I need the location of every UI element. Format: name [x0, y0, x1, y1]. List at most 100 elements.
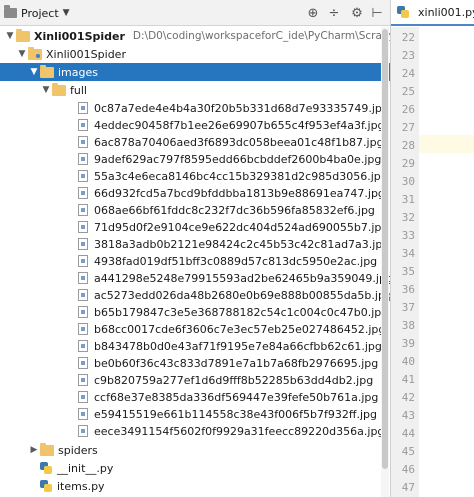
file-row[interactable]: 4938fad019df51bff3c0889d57c813dc5950e2ac… [0, 252, 390, 270]
tree-images-row[interactable]: ▼ images [0, 63, 390, 81]
file-row[interactable]: be0b60f36c43c833d7891e7a1b7a68fb2976695.… [0, 354, 390, 372]
file-row[interactable]: 4eddec90458f7b1ee26e69907b655c4f953ef4a3… [0, 116, 390, 134]
file-row[interactable]: 0c87a7ede4e4b4a30f20b5b331d68d7e93335749… [0, 99, 390, 117]
project-view-selector[interactable]: Project ▼ [4, 4, 70, 22]
file-row[interactable]: 71d95d0f2e9104ce9e622dc404d524ad690055b7… [0, 218, 390, 236]
file-name: 71d95d0f2e9104ce9e622dc404d524ad690055b7… [94, 220, 389, 234]
line-number: 27 [401, 121, 415, 134]
file-row[interactable]: ccf68e37e8385da336df569447e39fefe50b761a… [0, 388, 390, 406]
line-number: 38 [401, 319, 415, 332]
root-project-path: D:\D0\coding\workspaceforC_ide\PyCharm\S… [132, 30, 390, 42]
line-number: 34 [401, 247, 415, 260]
file-row[interactable]: 55a3c4e6eca8146bc4cc15b329381d2c985d3056… [0, 167, 390, 185]
file-row[interactable]: e59415519e661b114558c38e43f006f5b7f932ff… [0, 405, 390, 423]
line-number: 42 [401, 391, 415, 404]
folder-icon [52, 82, 66, 96]
items-file-label: items.py [57, 479, 105, 493]
line-number: 39 [401, 337, 415, 350]
expand-arrow-icon[interactable]: ▼ [16, 49, 28, 59]
file-row[interactable]: ac5273edd026da48b2680e0b69e888b00855da5b… [0, 286, 390, 304]
code-area[interactable] [419, 27, 474, 497]
file-name: 6ac878a70406aed3f6893dc058beea01c48f1b87… [94, 135, 384, 149]
image-file-icon [78, 272, 88, 284]
full-folder-label: full [70, 83, 87, 97]
image-file-icon [78, 425, 88, 437]
spiders-folder-label: spiders [58, 443, 98, 457]
file-row[interactable]: b68cc0017cde6f3606c7e3ec57eb25e027486452… [0, 320, 390, 338]
current-line-highlight [419, 135, 474, 153]
line-number: 36 [401, 283, 415, 296]
image-file-icon [78, 374, 88, 386]
file-row[interactable]: 66d932fcd5a7bcd9bfddbba1813b9e88691ea747… [0, 184, 390, 202]
tree-init-row[interactable]: __init__.py [0, 459, 390, 477]
file-row[interactable]: b843478b0d0e43af71f9195e7e84a66cfbb62c61… [0, 337, 390, 355]
file-name: 3818a3adb0b2121e98424c2c45b53c42c81ad7a3… [94, 237, 390, 251]
expand-arrow-icon[interactable]: ▼ [4, 31, 16, 41]
folder-icon [40, 442, 54, 456]
collapse-arrow-icon[interactable]: ▶ [28, 445, 40, 455]
project-tree: ▼ Xinli001Spider D:\D0\coding\workspacef… [0, 27, 390, 497]
image-file-icon [78, 340, 88, 352]
file-name: 9adef629ac797f8595edd66bcbddef2600b4ba0e… [94, 152, 382, 166]
tree-spiders-row[interactable]: ▶ spiders [0, 441, 390, 459]
editor-tab-label: xinli001.py [418, 5, 474, 19]
line-number: 43 [401, 409, 415, 422]
line-number: 28 [401, 139, 415, 152]
line-number: 40 [401, 355, 415, 368]
file-row[interactable]: c9b820759a277ef1d6d9fff8b52285b63dd4db2.… [0, 371, 390, 389]
expand-arrow-icon[interactable]: ▼ [28, 67, 40, 77]
target-icon[interactable]: ⊕ [304, 4, 322, 22]
file-name: e59415519e661b114558c38e43f006f5b7f932ff… [94, 407, 377, 421]
image-file-icon [78, 408, 88, 420]
init-file-label: __init__.py [57, 461, 114, 475]
file-row[interactable]: 9adef629ac797f8595edd66bcbddef2600b4ba0e… [0, 150, 390, 168]
image-file-icon [78, 289, 88, 301]
project-panel-title: Project [21, 6, 59, 20]
chevron-down-icon: ▼ [62, 8, 70, 18]
gear-icon[interactable]: ⚙ [348, 4, 366, 22]
file-name: 66d932fcd5a7bcd9bfddbba1813b9e88691ea747… [94, 186, 385, 200]
line-number: 25 [401, 85, 415, 98]
hide-icon[interactable]: ⊢ [368, 4, 386, 22]
line-number: 45 [401, 445, 415, 458]
file-row[interactable]: 3818a3adb0b2121e98424c2c45b53c42c81ad7a3… [0, 235, 390, 253]
line-number: 31 [401, 193, 415, 206]
line-number: 41 [401, 373, 415, 386]
file-row[interactable]: eece3491154f5602f0f9929a31feecc89220d356… [0, 422, 390, 440]
project-panel-header: Project ▼ ⊕ ÷ ⚙ ⊢ [0, 0, 390, 26]
line-number: 23 [401, 49, 415, 62]
collapse-icon[interactable]: ÷ [325, 4, 343, 22]
line-number: 26 [401, 103, 415, 116]
file-name: 4938fad019df51bff3c0889d57c813dc5950e2ac… [94, 254, 378, 268]
line-number: 35 [401, 265, 415, 278]
file-row[interactable]: 068ae66bf61fddc8c232f7dc36b596fa85832ef6… [0, 201, 390, 219]
vertical-scrollbar[interactable] [381, 27, 389, 497]
expand-arrow-icon[interactable]: ▼ [40, 85, 52, 95]
file-row[interactable]: b65b179847c3e5e368788182c54c1c004c0c47b0… [0, 303, 390, 321]
image-file-icon [78, 170, 88, 182]
file-name: b843478b0d0e43af71f9195e7e84a66cfbb62c61… [94, 339, 382, 353]
tree-items-row[interactable]: items.py [0, 477, 390, 495]
editor-tab[interactable]: xinli001.py [391, 0, 474, 26]
project-folder-icon [4, 5, 17, 18]
image-file-icon [78, 306, 88, 318]
line-number: 33 [401, 229, 415, 242]
file-name: 4eddec90458f7b1ee26e69907b655c4f953ef4a3… [94, 118, 385, 132]
image-file-icon [78, 102, 88, 114]
image-file-icon [78, 119, 88, 131]
image-file-icon [78, 153, 88, 165]
image-file-icon [78, 187, 88, 199]
tree-package-row[interactable]: ▼ Xinli001Spider [0, 45, 390, 63]
line-number: 29 [401, 157, 415, 170]
tree-full-row[interactable]: ▼ full [0, 81, 390, 99]
file-name: be0b60f36c43c833d7891e7a1b7a68fb2976695.… [94, 356, 379, 370]
line-number: 37 [401, 301, 415, 314]
line-number: 47 [401, 481, 415, 494]
image-file-icon [78, 391, 88, 403]
file-row[interactable]: 6ac878a70406aed3f6893dc058beea01c48f1b87… [0, 133, 390, 151]
file-name: c9b820759a277ef1d6d9fff8b52285b63dd4db2.… [94, 373, 374, 387]
file-row[interactable]: a441298e5248e79915593ad2be62465b9a359049… [0, 269, 390, 287]
scrollbar-thumb[interactable] [382, 29, 388, 469]
tree-root-row[interactable]: ▼ Xinli001Spider D:\D0\coding\workspacef… [0, 27, 390, 45]
line-number: 24 [401, 67, 415, 80]
